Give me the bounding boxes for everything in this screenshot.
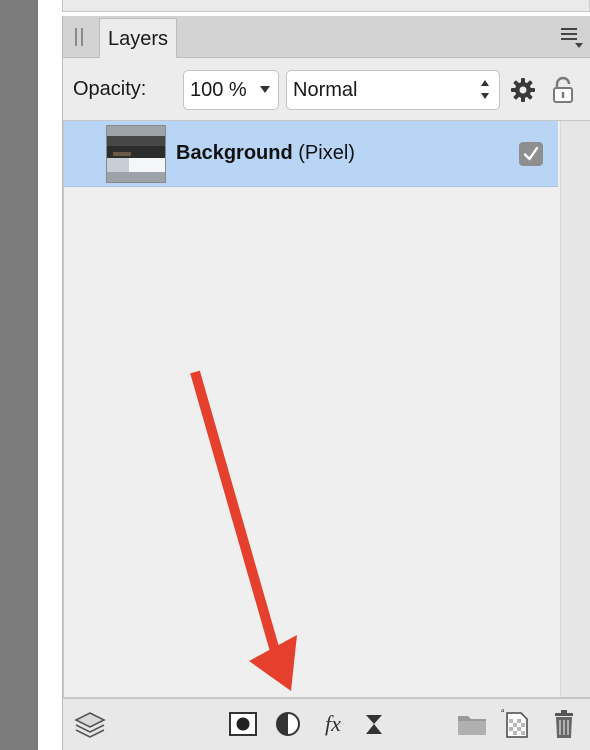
tab-layers[interactable]: Layers	[99, 18, 177, 58]
new-pixel-layer-icon[interactable]	[499, 707, 533, 741]
panel-menu-icon[interactable]	[561, 28, 583, 48]
group-folder-icon[interactable]	[455, 707, 489, 741]
layer-name-text: Background	[176, 142, 293, 164]
drag-grip-icon[interactable]	[75, 28, 85, 46]
layers-panel: Layers Opacity: 100 % Normal Background …	[62, 16, 590, 750]
blend-mode-select[interactable]: Normal	[286, 70, 500, 110]
live-filter-icon[interactable]	[357, 707, 391, 741]
fx-icon[interactable]: fx	[316, 707, 350, 741]
mask-layer-icon[interactable]	[226, 707, 260, 741]
checkmark-icon	[523, 146, 539, 161]
panel-bottom-toolbar: fx	[63, 698, 590, 750]
panel-tab-bar: Layers	[63, 16, 590, 58]
layer-options-toolbar: Opacity: 100 % Normal	[63, 58, 590, 120]
opacity-value: 100 %	[190, 79, 247, 101]
layer-type: (Pixel)	[298, 142, 355, 164]
left-background-strip	[0, 0, 38, 750]
layer-row[interactable]: Background (Pixel)	[64, 121, 558, 187]
stepper-arrows-icon	[481, 80, 491, 102]
adjustment-icon[interactable]	[271, 707, 305, 741]
svg-text:fx: fx	[325, 711, 341, 736]
layer-thumbnail	[106, 125, 166, 183]
gear-icon[interactable]	[511, 78, 535, 102]
layers-studio-icon[interactable]	[73, 707, 107, 741]
layers-list: Background (Pixel)	[63, 120, 590, 698]
layer-name: Background (Pixel)	[176, 142, 355, 165]
opacity-label: Opacity:	[73, 78, 147, 100]
lock-icon[interactable]	[551, 76, 575, 104]
chevron-down-icon	[260, 86, 270, 93]
upper-panel-edge	[62, 0, 590, 12]
vertical-scrollbar[interactable]	[560, 121, 590, 697]
blend-mode-value: Normal	[293, 79, 358, 101]
trash-icon[interactable]	[547, 707, 581, 741]
opacity-select[interactable]: 100 %	[183, 70, 279, 110]
visibility-checkbox[interactable]	[519, 142, 543, 166]
